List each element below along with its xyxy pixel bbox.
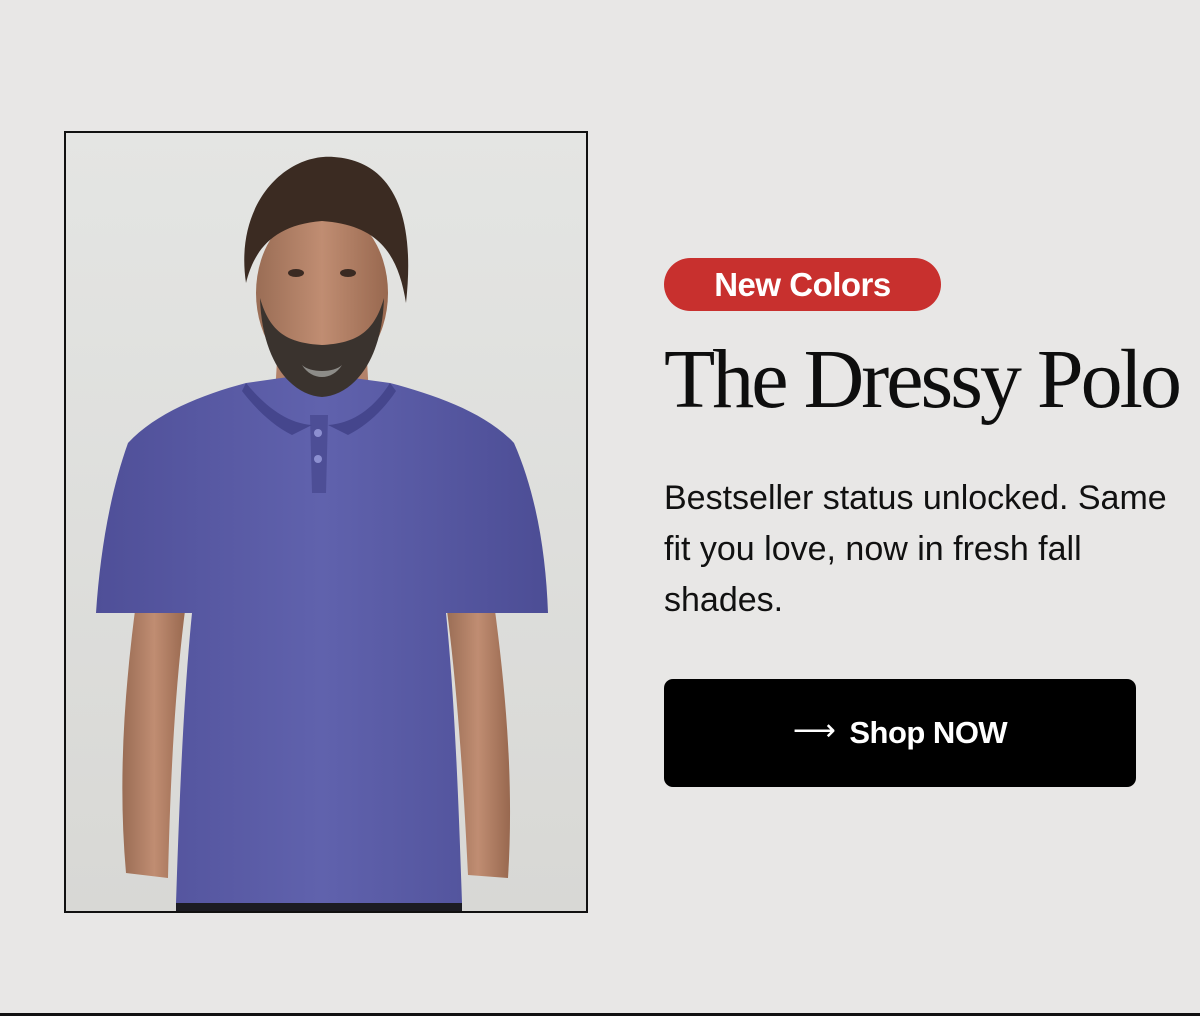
shop-now-button[interactable]: ⟶ Shop NOW [664,679,1136,787]
model-wearing-polo-image [66,133,586,911]
promo-card: New Colors The Dressy Polo Bestseller st… [0,0,1200,1016]
product-photo[interactable] [64,131,588,913]
product-description: Bestseller status unlocked. Same fit you… [664,479,1167,619]
new-colors-badge: New Colors [664,258,941,311]
arrow-right-icon: ⟶ [792,712,836,748]
product-title: The Dressy Polo [664,333,1182,426]
shop-now-label: Shop NOW [849,715,1008,750]
